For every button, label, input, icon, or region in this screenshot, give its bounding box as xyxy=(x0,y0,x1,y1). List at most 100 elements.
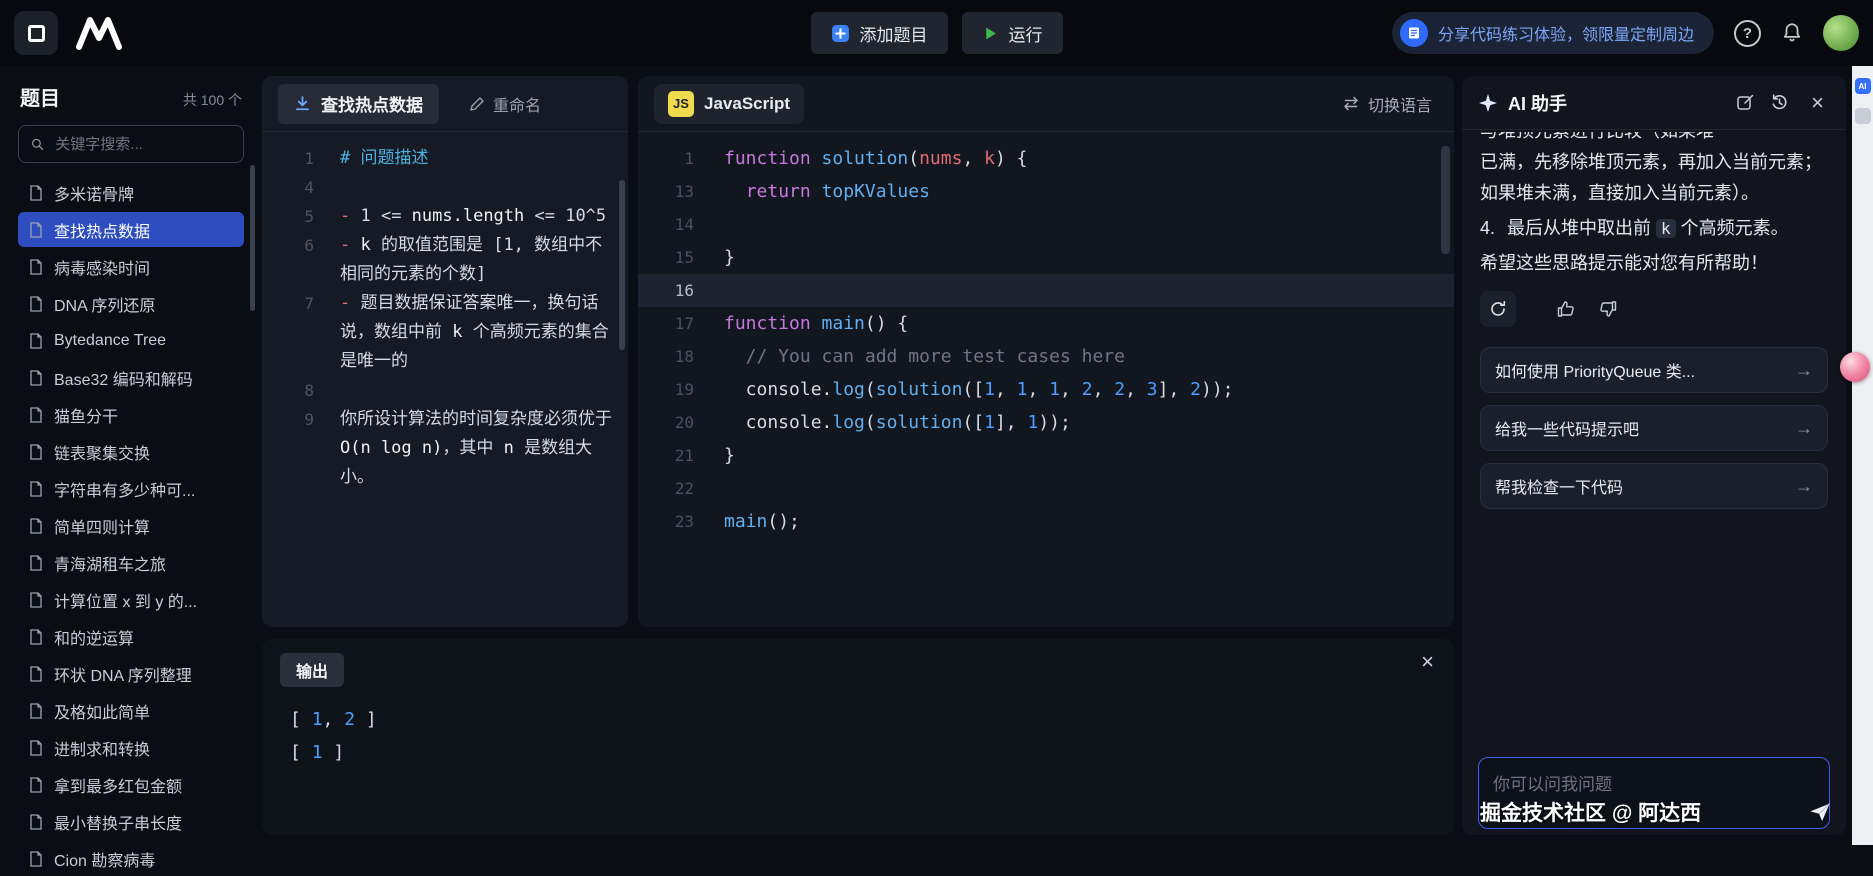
code-line[interactable]: 15} xyxy=(638,241,1454,274)
app-logo-tile[interactable] xyxy=(14,11,58,55)
search-box[interactable] xyxy=(18,125,244,163)
ai-input-field[interactable] xyxy=(1491,768,1817,818)
thumbs-down-icon[interactable] xyxy=(1598,299,1618,319)
sidebar-item[interactable]: 查找热点数据 xyxy=(18,212,244,247)
document-icon xyxy=(28,444,44,460)
code-line[interactable]: 13 return topKValues xyxy=(638,175,1454,208)
sidebar-item[interactable]: 青海湖租车之旅 xyxy=(18,545,244,580)
editor-lines[interactable]: 1function solution(nums, k) {13 return t… xyxy=(638,132,1454,627)
code-line[interactable]: 18 // You can add more test cases here xyxy=(638,340,1454,373)
sidebar-item[interactable]: 简单四则计算 xyxy=(18,508,244,543)
code-line[interactable]: 8 xyxy=(274,376,616,405)
text-segment: ) { xyxy=(995,148,1028,169)
add-problem-button[interactable]: 添加题目 xyxy=(811,12,948,54)
help-glyph: ? xyxy=(1743,25,1752,42)
code-line[interactable]: 20 console.log(solution([1], 1)); xyxy=(638,406,1454,439)
code-line[interactable]: 5- 1 <= nums.length <= 10^5 xyxy=(274,202,616,231)
new-chat-icon[interactable] xyxy=(1736,94,1754,112)
sidebar-item-label: 进制求和转换 xyxy=(54,736,150,760)
user-avatar[interactable] xyxy=(1823,15,1859,51)
code-line[interactable]: 16 xyxy=(638,274,1454,307)
ai-suggestion-label: 帮我检查一下代码 xyxy=(1495,474,1623,498)
editor-scrollbar[interactable] xyxy=(1441,146,1450,254)
text-segment: ([ xyxy=(962,379,984,400)
code-line[interactable]: 22 xyxy=(638,472,1454,505)
sidebar-item[interactable]: 及格如此简单 xyxy=(18,693,244,728)
sidebar-item[interactable]: 字符串有多少种可... xyxy=(18,471,244,506)
text-segment: 2 xyxy=(1082,379,1093,400)
text-segment: function xyxy=(724,313,811,334)
ai-suggestion-chip[interactable]: 给我一些代码提示吧→ xyxy=(1480,405,1828,451)
floating-assistant-avatar[interactable] xyxy=(1840,352,1870,382)
ai-input-box[interactable] xyxy=(1478,757,1830,829)
history-icon[interactable] xyxy=(1770,93,1789,112)
code-line[interactable]: 19 console.log(solution([1, 1, 1, 2, 2, … xyxy=(638,373,1454,406)
ai-suggestion-chip[interactable]: 如何使用 PriorityQueue 类...→ xyxy=(1480,347,1828,393)
code-line[interactable]: 1function solution(nums, k) { xyxy=(638,142,1454,175)
sidebar-header: 题目 共 100 个 xyxy=(20,82,242,111)
search-input[interactable] xyxy=(53,135,231,154)
notification-bell-icon[interactable] xyxy=(1781,22,1803,44)
sidebar-item[interactable]: Bytedance Tree xyxy=(18,323,244,358)
sidebar-item[interactable]: DNA 序列还原 xyxy=(18,286,244,321)
code-line[interactable]: 6 - k 的取值范围是 [1, 数组中不相同的元素的个数] xyxy=(274,231,616,289)
sidebar-item[interactable]: 链表聚集交换 xyxy=(18,434,244,469)
text-segment: k xyxy=(452,322,462,342)
text-segment: , xyxy=(1093,379,1115,400)
code-line[interactable]: 4 xyxy=(274,173,616,202)
sidebar-scrollbar[interactable] xyxy=(250,165,255,311)
rename-button[interactable]: 重命名 xyxy=(463,91,547,117)
sidebar-item-label: Base32 编码和解码 xyxy=(54,366,193,390)
code-line[interactable]: 1# 问题描述 xyxy=(274,144,616,173)
sidebar-item-label: 猫鱼分干 xyxy=(54,403,118,427)
extension-ai-icon[interactable]: AI xyxy=(1855,78,1871,94)
code-line[interactable]: 9你所设计算法的时间复杂度必须优于 O(n log n)，其中 n 是数组大小。 xyxy=(274,405,616,492)
line-number: 9 xyxy=(274,405,314,492)
problem-scrollbar[interactable] xyxy=(619,180,625,350)
extension-icon[interactable] xyxy=(1855,108,1871,124)
run-button[interactable]: 运行 xyxy=(962,12,1063,54)
marscode-logo-icon[interactable] xyxy=(76,16,122,50)
line-text: - k 的取值范围是 [1, 数组中不相同的元素的个数] xyxy=(340,231,616,289)
sidebar-item[interactable]: 最小替换子串长度 xyxy=(18,804,244,839)
text-segment: topKValues xyxy=(822,181,930,202)
sidebar-item[interactable]: Base32 编码和解码 xyxy=(18,360,244,395)
text-segment xyxy=(811,313,822,334)
sidebar-item[interactable]: 拿到最多红包金额 xyxy=(18,767,244,802)
help-icon[interactable]: ? xyxy=(1734,20,1761,47)
line-text: main(); xyxy=(724,511,800,532)
sidebar-item-label: 最小替换子串长度 xyxy=(54,810,182,834)
share-banner[interactable]: 分享代码练习体验，领限量定制周边 xyxy=(1392,12,1714,54)
code-line[interactable]: 23main(); xyxy=(638,505,1454,538)
code-line[interactable]: 14 xyxy=(638,208,1454,241)
sidebar-item[interactable]: Cion 勘察病毒 xyxy=(18,841,244,876)
output-close-icon[interactable]: × xyxy=(1421,651,1434,673)
ai-clipped-line: 与堆顶元素进行比较（如果堆 xyxy=(1480,132,1828,147)
sidebar-item[interactable]: 和的逆运算 xyxy=(18,619,244,654)
sidebar-item[interactable]: 猫鱼分干 xyxy=(18,397,244,432)
problem-title-button[interactable]: 查找热点数据 xyxy=(278,84,439,124)
ai-suggestion-chip[interactable]: 帮我检查一下代码→ xyxy=(1480,463,1828,509)
document-icon xyxy=(28,333,44,349)
switch-language-button[interactable]: 切换语言 xyxy=(1336,91,1438,117)
thumbs-up-icon[interactable] xyxy=(1556,299,1576,319)
line-number: 6 xyxy=(274,231,314,289)
sidebar-item[interactable]: 环状 DNA 序列整理 xyxy=(18,656,244,691)
sidebar-item-label: Bytedance Tree xyxy=(54,332,166,350)
ai-close-icon[interactable]: × xyxy=(1805,91,1830,115)
code-line[interactable]: 21} xyxy=(638,439,1454,472)
language-pill[interactable]: JS JavaScript xyxy=(654,84,804,124)
text-segment: 1 xyxy=(1027,412,1038,433)
regenerate-icon[interactable] xyxy=(1480,291,1516,327)
code-line[interactable]: 17function main() { xyxy=(638,307,1454,340)
text-segment: () { xyxy=(865,313,908,334)
problem-lines[interactable]: 1# 问题描述45- 1 <= nums.length <= 10^56 - k … xyxy=(262,132,628,627)
text-segment: 1 xyxy=(1017,379,1028,400)
sidebar-item[interactable]: 计算位置 x 到 y 的... xyxy=(18,582,244,617)
sidebar-item[interactable]: 进制求和转换 xyxy=(18,730,244,765)
sidebar-item-label: 和的逆运算 xyxy=(54,625,134,649)
code-line[interactable]: 7- 题目数据保证答案唯一，换句话说，数组中前 k 个高频元素的集合是唯一的 xyxy=(274,289,616,376)
sidebar-item[interactable]: 多米诺骨牌 xyxy=(18,175,244,210)
document-icon xyxy=(28,851,44,867)
sidebar-item[interactable]: 病毒感染时间 xyxy=(18,249,244,284)
